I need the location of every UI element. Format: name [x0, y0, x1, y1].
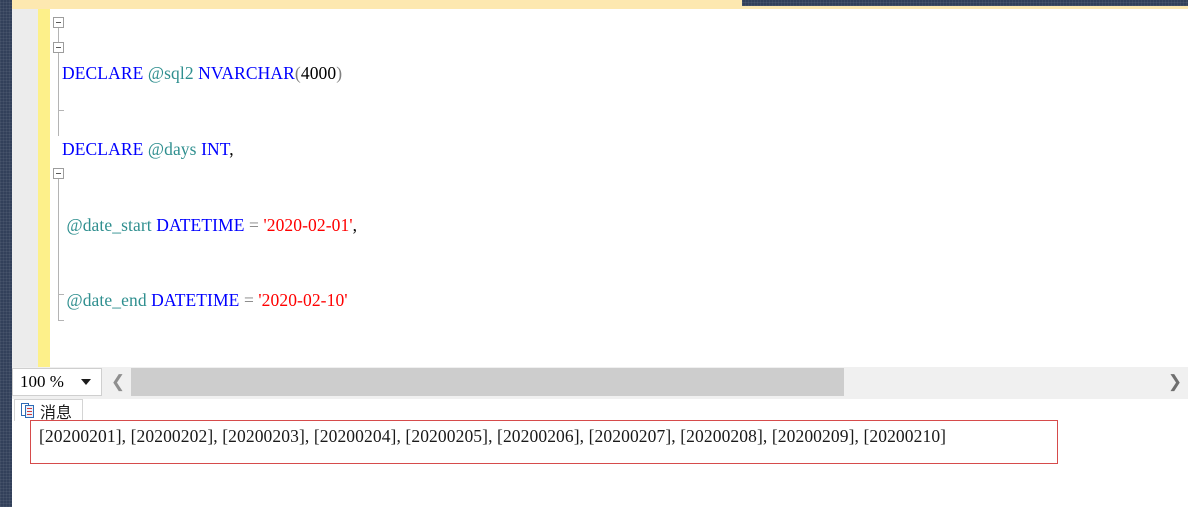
editor-status-row: 100 % ❮ ❯: [12, 367, 1188, 399]
editor-change-bar: [38, 9, 50, 367]
window-top-dark-strip: [742, 0, 1188, 6]
results-pane: 消息 [20200201], [20200202], [20200203], […: [12, 399, 1188, 507]
code-line-1: DECLARE @sql2 NVARCHAR(4000): [62, 63, 343, 84]
zoom-level-label: 100 %: [20, 372, 64, 391]
code-line-3: @date_start DATETIME = '2020-02-01',: [66, 214, 358, 235]
fold-guide-2: [58, 53, 59, 110]
fold-guide-3b: [58, 294, 59, 320]
messages-icon: [21, 403, 35, 418]
fold-guide-2b: [58, 110, 59, 136]
fold-guide-3: [58, 179, 59, 294]
window-left-chrome: [0, 0, 12, 507]
editor-gutter: [12, 9, 38, 367]
code-line-4: @date_end DATETIME = '2020-02-10': [66, 290, 348, 311]
fold-guide-1: [58, 28, 59, 42]
chevron-left-icon[interactable]: ❮: [105, 368, 131, 396]
zoom-level-dropdown[interactable]: 100 %: [12, 368, 102, 396]
sql-editor[interactable]: DECLARE @sql2 NVARCHAR(4000) DECLARE @da…: [12, 9, 1188, 367]
tab-messages-label: 消息: [40, 404, 73, 422]
ssms-editor-window: DECLARE @sql2 NVARCHAR(4000) DECLARE @da…: [0, 0, 1188, 507]
message-output-text: [20200201], [20200202], [20200203], [202…: [39, 426, 947, 446]
horizontal-scrollbar-thumb[interactable]: [131, 368, 844, 396]
results-tabstrip: 消息: [12, 399, 1188, 422]
chevron-right-icon[interactable]: ❯: [1162, 368, 1188, 396]
code-line-2: DECLARE @days INT,: [62, 139, 234, 159]
chevron-down-icon[interactable]: [81, 379, 91, 385]
code-text[interactable]: DECLARE @sql2 NVARCHAR(4000) DECLARE @da…: [62, 11, 1182, 367]
tab-messages[interactable]: 消息: [14, 399, 84, 422]
